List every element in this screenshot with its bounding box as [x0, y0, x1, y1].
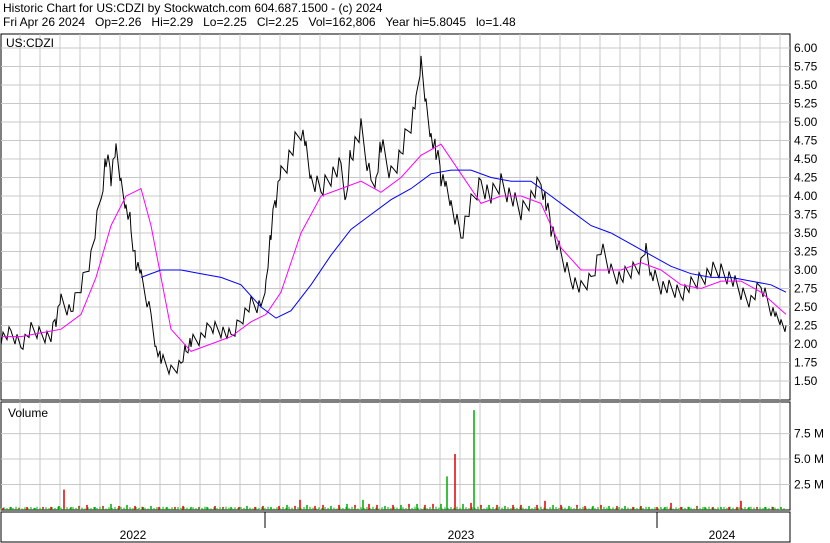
price-y-tick: 4.75 [794, 134, 818, 148]
price-y-tick: 3.75 [794, 208, 818, 222]
price-y-tick: 2.25 [794, 319, 818, 333]
price-panel: 6.00 5.75 5.50 5.25 5.00 4.75 4.50 4.25 4.00 3.75… [0, 33, 818, 401]
volume-title: Volume [8, 406, 48, 420]
price-y-tick: 3.50 [794, 226, 818, 240]
price-y-tick: 5.00 [794, 115, 818, 129]
price-y-tick: 5.75 [794, 60, 818, 74]
price-y-tick: 4.50 [794, 152, 818, 166]
x-axis-year-label: 2024 [709, 528, 736, 542]
price-y-tick: 2.75 [794, 282, 818, 296]
stock-chart: 6.00 5.75 5.50 5.25 5.00 4.75 4.50 4.25 4.00 3.75… [0, 33, 824, 543]
price-y-tick: 1.50 [794, 374, 818, 388]
volume-panel: 7.5 M 5.0 M 2.5 M Volume [0, 401, 824, 511]
price-y-tick: 3.25 [794, 245, 818, 259]
price-y-tick: 3.00 [794, 263, 818, 277]
price-y-tick: 1.75 [794, 356, 818, 370]
volume-y-tick: 7.5 M [794, 427, 824, 441]
price-y-tick: 6.00 [794, 41, 818, 55]
x-axis-year-label: 2022 [120, 528, 147, 542]
price-plot-area [0, 33, 791, 401]
price-y-tick: 5.50 [794, 78, 818, 92]
volume-y-tick: 2.5 M [794, 478, 824, 492]
price-y-tick: 4.25 [794, 171, 818, 185]
price-y-ticks: 6.00 5.75 5.50 5.25 5.00 4.75 4.50 4.25 4.00 3.75… [794, 41, 818, 388]
volume-plot-area [0, 401, 791, 511]
volume-y-ticks: 7.5 M 5.0 M 2.5 M [794, 427, 824, 492]
price-y-tick: 2.00 [794, 337, 818, 351]
symbol-label: US:CDZI [6, 36, 54, 50]
price-y-tick: 2.50 [794, 300, 818, 314]
x-axis: 2022 2023 2024 [0, 511, 791, 543]
price-y-tick: 4.00 [794, 189, 818, 203]
price-y-tick: 5.25 [794, 97, 818, 111]
x-axis-year-label: 2023 [448, 528, 475, 542]
volume-y-tick: 5.0 M [794, 452, 824, 466]
